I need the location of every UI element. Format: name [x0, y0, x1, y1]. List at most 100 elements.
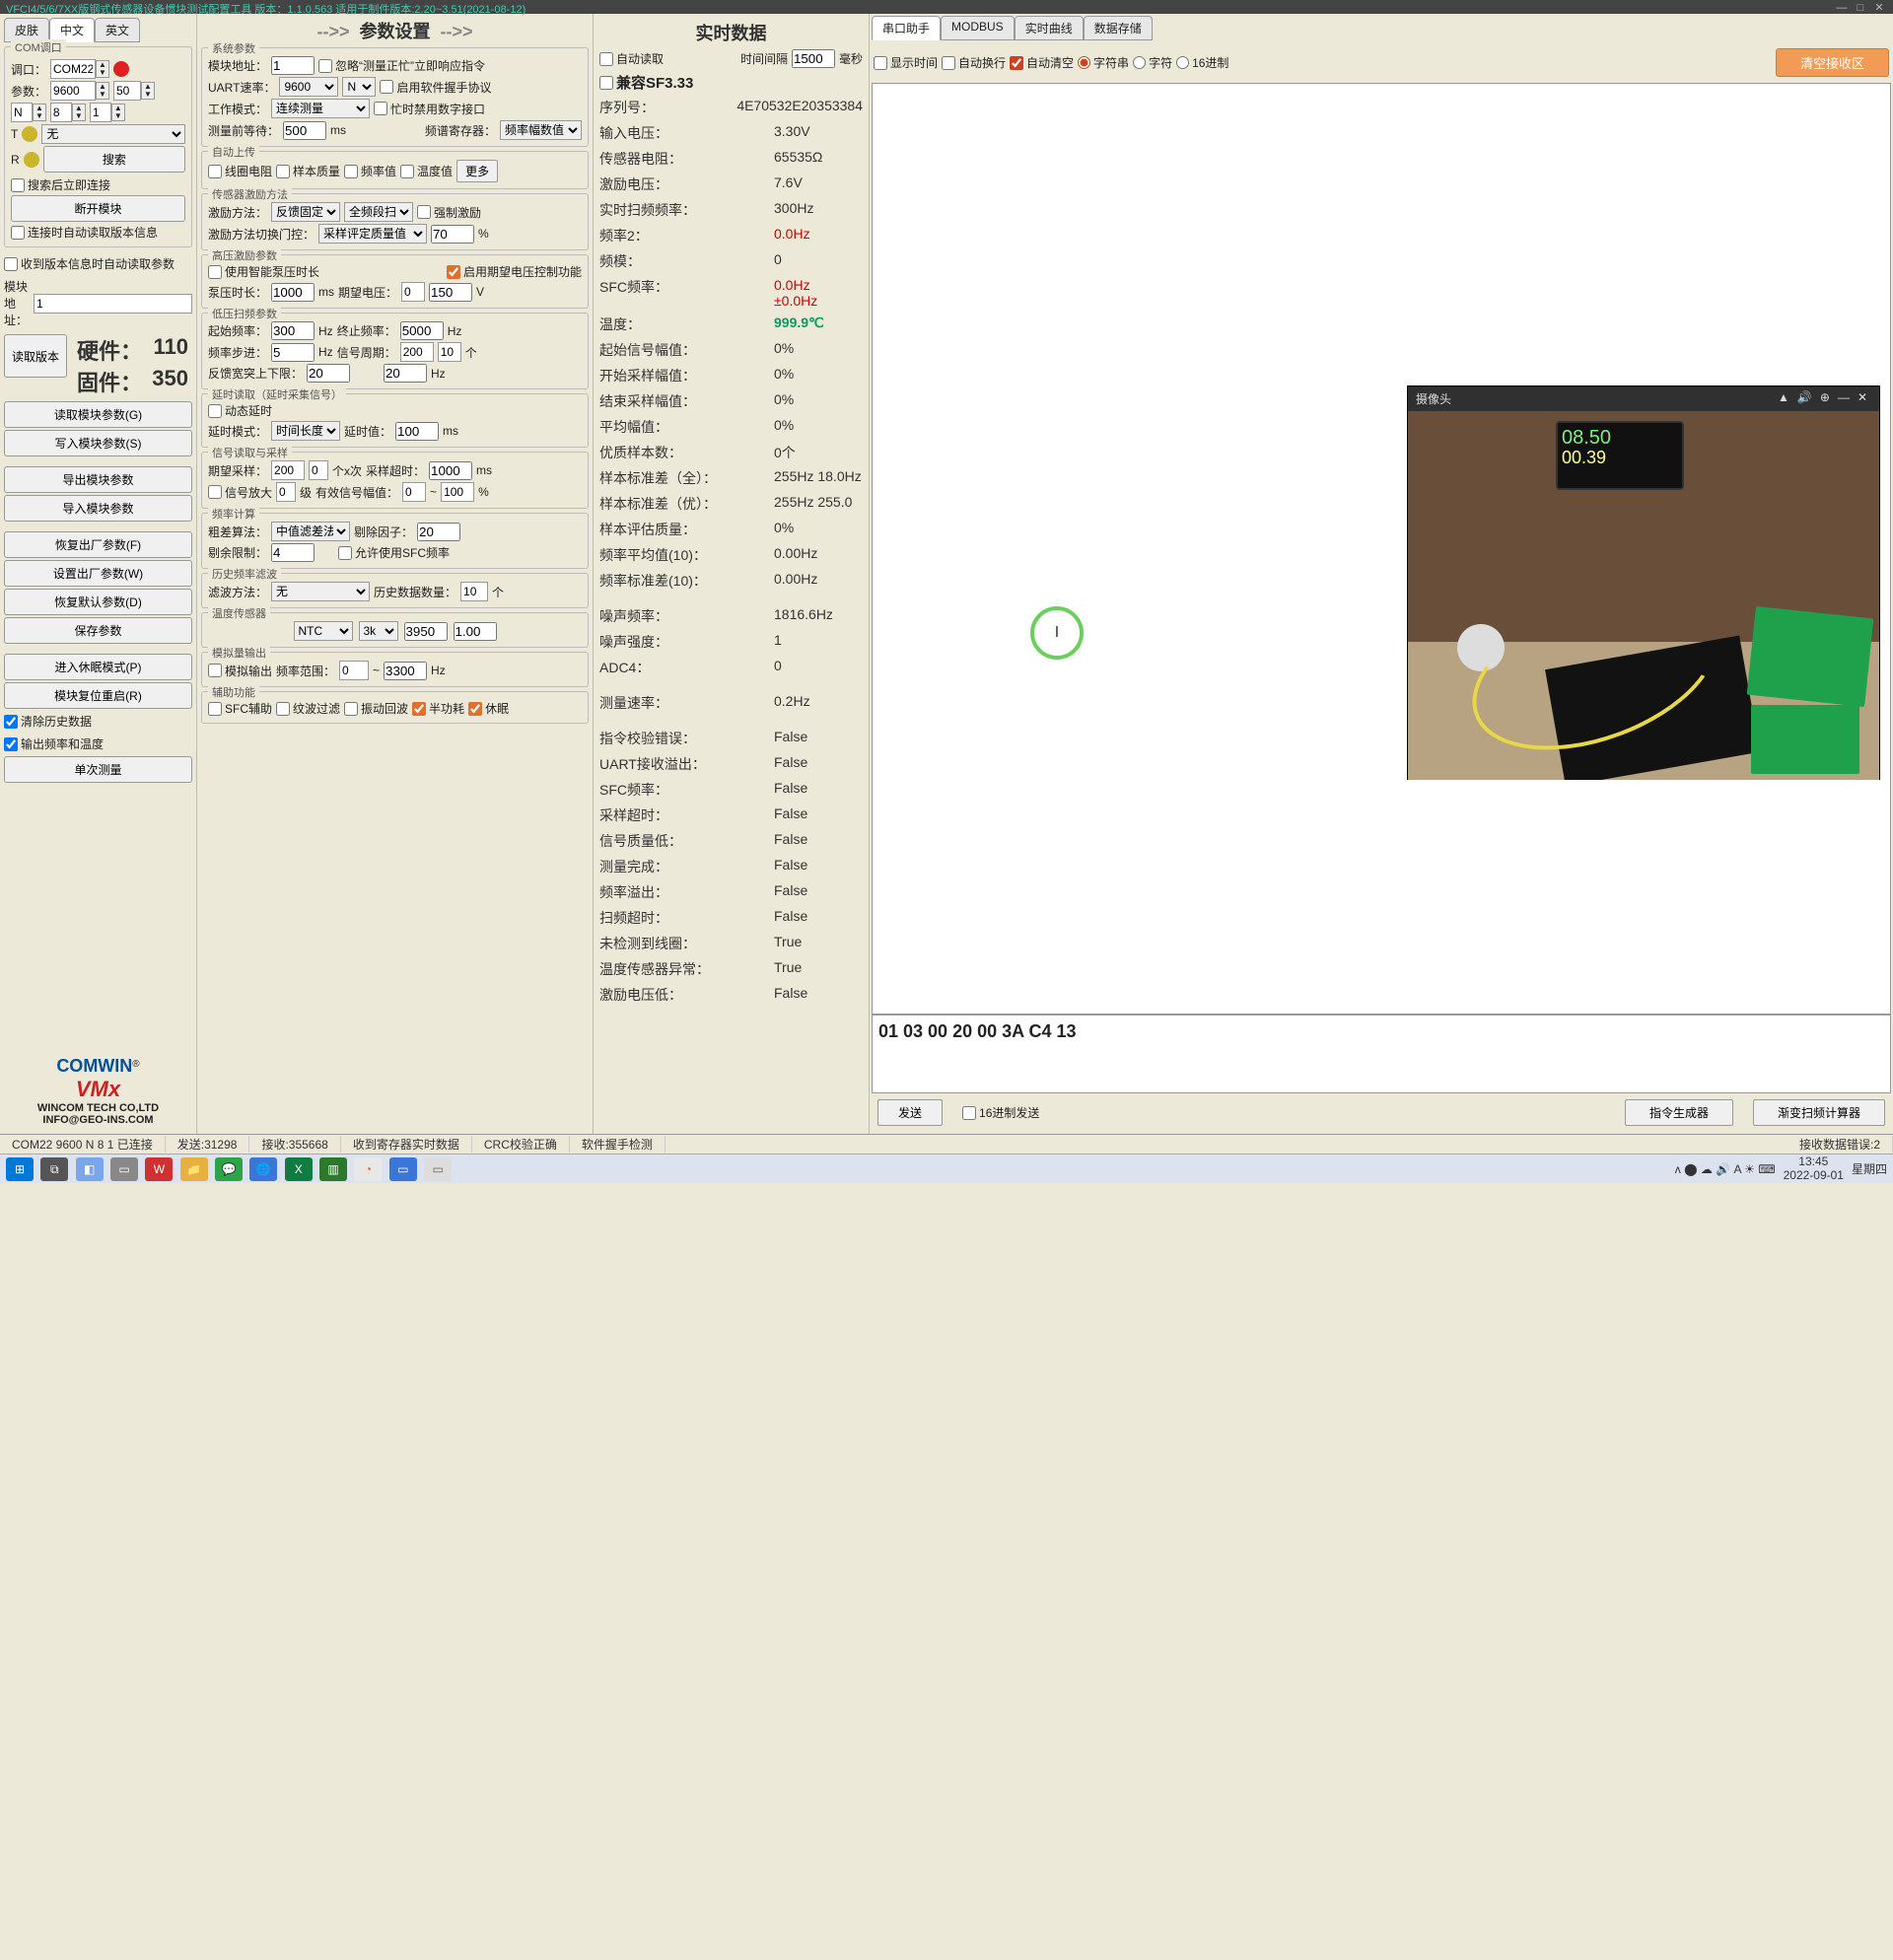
flow-select[interactable]: 无: [41, 124, 185, 144]
analog-r1-input[interactable]: [384, 662, 427, 680]
freq-check[interactable]: [344, 165, 358, 178]
sleep-button[interactable]: 进入休眠模式(P): [4, 654, 192, 680]
minimize-icon[interactable]: —: [1834, 2, 1850, 14]
sfc-aux-check[interactable]: [208, 702, 222, 716]
hex-send-check[interactable]: [962, 1106, 976, 1120]
single-measure-button[interactable]: 单次测量: [4, 756, 192, 783]
allow-sfc-check[interactable]: [338, 546, 352, 560]
cam-close-icon[interactable]: ✕: [1858, 390, 1867, 404]
tab-curve[interactable]: 实时曲线: [1015, 16, 1084, 40]
restore-factory-button[interactable]: 恢复出厂参数(F): [4, 531, 192, 558]
exc-scan-select[interactable]: 全频段扫: [344, 202, 413, 222]
gross-algo-select[interactable]: 中值滤差法: [271, 522, 350, 541]
analog-r0-input[interactable]: [339, 661, 369, 680]
tray-icons[interactable]: ᴧ ⬤ ☁ 🔊 A ☀ ⌨: [1675, 1162, 1776, 1176]
gate-select[interactable]: 采样评定质量值: [318, 224, 427, 244]
interval-input[interactable]: [792, 49, 835, 68]
excel-icon[interactable]: X: [285, 1157, 313, 1181]
temp-check[interactable]: [400, 165, 414, 178]
send-button[interactable]: 发送: [877, 1099, 943, 1126]
halfpower-check[interactable]: [412, 702, 426, 716]
export-params-button[interactable]: 导出模块参数: [4, 466, 192, 493]
disable-digi-check[interactable]: [374, 102, 387, 115]
maximize-icon[interactable]: □: [1853, 2, 1868, 14]
ripple-check[interactable]: [276, 702, 290, 716]
read-params-button[interactable]: 读取模块参数(G): [4, 401, 192, 428]
databits[interactable]: [50, 103, 72, 122]
close-icon[interactable]: ✕: [1871, 1, 1887, 14]
save-params-button[interactable]: 保存参数: [4, 617, 192, 644]
app-icon-6[interactable]: ▭: [389, 1157, 417, 1181]
autoread-check[interactable]: [599, 52, 613, 66]
cam-btn1[interactable]: ▲: [1778, 390, 1789, 404]
cam-btn3[interactable]: ⊕: [1820, 390, 1830, 404]
lf-end-input[interactable]: [400, 321, 444, 340]
start-icon[interactable]: ⊞: [6, 1157, 34, 1181]
app-icon-1[interactable]: ◧: [76, 1157, 104, 1181]
temp-r-select[interactable]: 3k: [359, 621, 398, 641]
temp-b-input[interactable]: [404, 622, 448, 641]
delay-val-input[interactable]: [395, 422, 439, 441]
lf-fb1-input[interactable]: [384, 364, 427, 383]
fmt-char-radio[interactable]: [1133, 56, 1146, 69]
tab-modbus[interactable]: MODBUS: [941, 16, 1015, 40]
out-freq-temp-check[interactable]: [4, 737, 18, 751]
tx-textarea[interactable]: 01 03 00 20 00 3A C4 13: [872, 1015, 1891, 1093]
amp-check[interactable]: [208, 485, 222, 499]
gate-thr-input[interactable]: [431, 225, 474, 244]
auto-lf-check[interactable]: [942, 56, 955, 70]
handshake-check[interactable]: [380, 80, 393, 94]
uart-select[interactable]: 9600: [279, 77, 338, 97]
to-input[interactable]: [429, 461, 472, 480]
force-exc-check[interactable]: [417, 205, 431, 219]
auto-readver-check[interactable]: [11, 226, 25, 240]
intel-pump-check[interactable]: [208, 265, 222, 279]
workmode-select[interactable]: 连续测量: [271, 99, 370, 118]
valid1-input[interactable]: [441, 482, 474, 502]
app-icon-5[interactable]: ◔: [354, 1157, 382, 1181]
lf-fb0-input[interactable]: [307, 364, 350, 383]
lf-step-input[interactable]: [271, 343, 315, 362]
app-icon-3[interactable]: W: [145, 1157, 173, 1181]
compat-check[interactable]: [599, 76, 613, 90]
sys-addr-input[interactable]: [271, 56, 315, 75]
parity-n[interactable]: [11, 103, 33, 122]
tab-en[interactable]: 英文: [95, 18, 140, 42]
cam-btn2[interactable]: 🔊: [1797, 390, 1812, 404]
sweep-calc-button[interactable]: 渐变扫频计算器: [1753, 1099, 1885, 1126]
set-factory-button[interactable]: 设置出厂参数(W): [4, 560, 192, 587]
fmt-bytes-radio[interactable]: [1078, 56, 1090, 69]
open-module-button[interactable]: 断开模块: [11, 195, 185, 222]
vib-check[interactable]: [344, 702, 358, 716]
filter-method-select[interactable]: 无: [271, 582, 370, 601]
reject-input[interactable]: [417, 523, 460, 541]
tab-store[interactable]: 数据存储: [1084, 16, 1153, 40]
valid0-input[interactable]: [402, 482, 426, 502]
cmd-gen-button[interactable]: 指令生成器: [1625, 1099, 1733, 1126]
volt-ctrl-check[interactable]: [447, 265, 460, 279]
show-time-check[interactable]: [874, 56, 887, 70]
wechat-icon[interactable]: 💬: [215, 1157, 243, 1181]
clear-history-check[interactable]: [4, 715, 18, 729]
explorer-icon[interactable]: 📁: [180, 1157, 208, 1181]
write-params-button[interactable]: 写入模块参数(S): [4, 430, 192, 456]
stopbits-input[interactable]: [113, 81, 141, 101]
lf-p1-input[interactable]: [438, 342, 461, 362]
hist-count-input[interactable]: [460, 582, 488, 601]
restore-default-button[interactable]: 恢复默认参数(D): [4, 589, 192, 615]
app-icon-4[interactable]: ▥: [319, 1157, 347, 1181]
coilr-check[interactable]: [208, 165, 222, 178]
read-version-button[interactable]: 读取版本: [4, 334, 67, 378]
rx-textarea[interactable]: I 摄像头 ▲🔊⊕—✕ 08.5000.39: [872, 83, 1891, 1015]
busy-ignore-check[interactable]: [318, 59, 332, 73]
search-button[interactable]: 搜索: [43, 146, 185, 173]
sampq-check[interactable]: [276, 165, 290, 178]
more-button[interactable]: 更多: [456, 160, 498, 182]
exp0-input[interactable]: [271, 460, 305, 480]
port-select[interactable]: [50, 59, 96, 79]
reset-button[interactable]: 模块复位重启(R): [4, 682, 192, 709]
port-dn[interactable]: ▼: [97, 69, 108, 77]
browser-icon[interactable]: 🌐: [249, 1157, 277, 1181]
lf-start-input[interactable]: [271, 321, 315, 340]
task-icon[interactable]: ⧉: [40, 1157, 68, 1181]
